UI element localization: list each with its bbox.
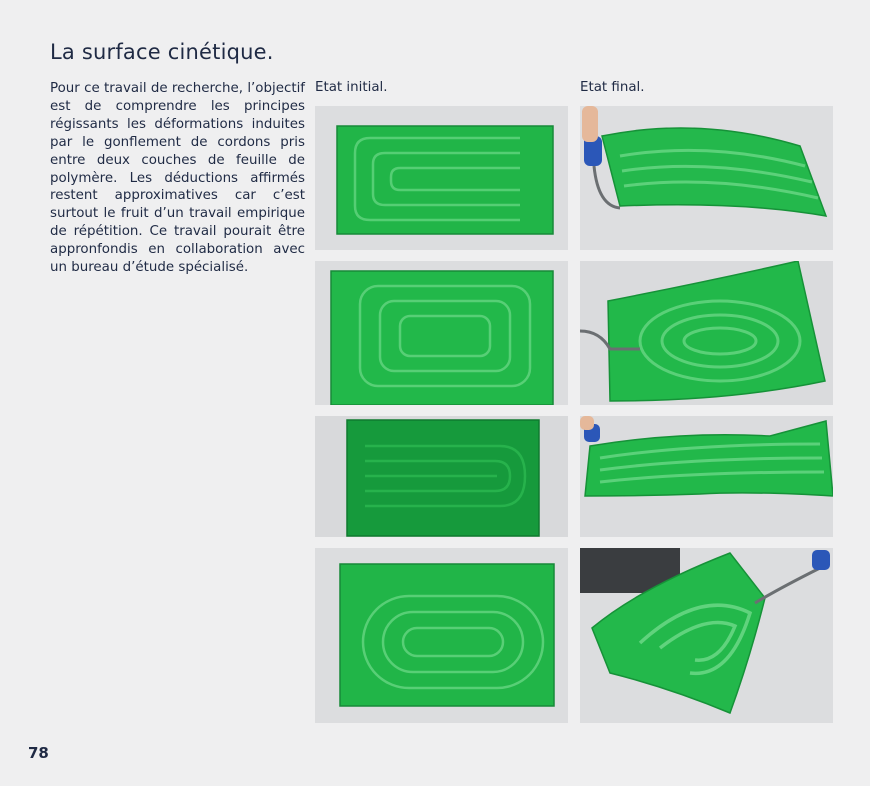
photo-initial-4 xyxy=(315,548,568,723)
final-state-label: Etat final. xyxy=(580,80,645,95)
photo-initial-1 xyxy=(315,106,568,250)
page-title: La surface cinétique. xyxy=(50,40,274,64)
photo-final-2 xyxy=(580,261,833,405)
intro-paragraph: Pour ce travail de recherche, l’objectif… xyxy=(50,81,305,276)
initial-state-label: Etat initial. xyxy=(315,80,388,95)
photo-initial-3 xyxy=(315,416,568,537)
photo-final-3 xyxy=(580,416,833,537)
photo-final-1 xyxy=(580,106,833,250)
photo-final-4 xyxy=(580,548,833,723)
page-number: 78 xyxy=(28,744,49,762)
photo-initial-2 xyxy=(315,261,568,405)
